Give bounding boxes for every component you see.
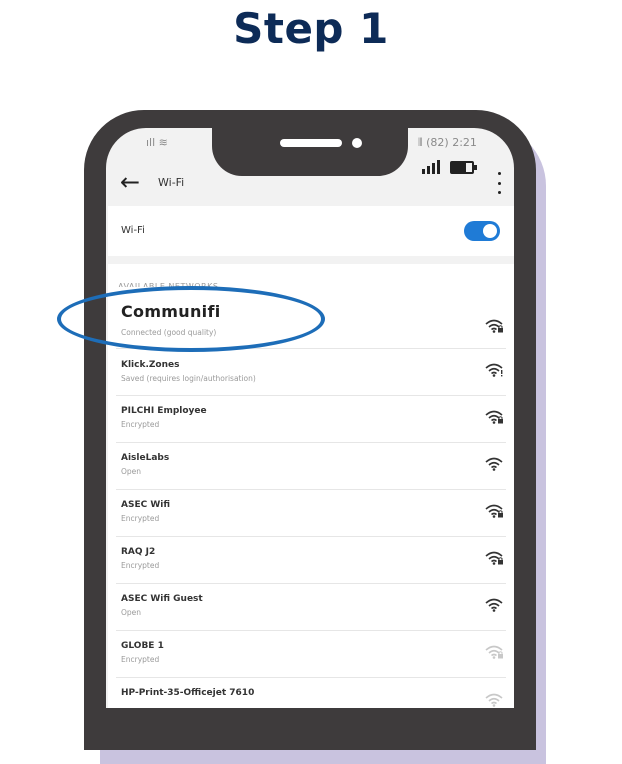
wifi-icon: [484, 597, 504, 617]
wifi-alert-icon: [484, 362, 504, 382]
status-icons: [422, 160, 477, 174]
network-name: AisleLabs: [121, 453, 170, 463]
back-arrow-icon[interactable]: ←: [120, 170, 140, 194]
network-name: HP-Print-35-Officejet 7610: [121, 688, 255, 698]
row-divider: [116, 442, 506, 443]
network-name: GLOBE 1: [121, 641, 164, 651]
wifi-locked-icon: [484, 644, 504, 664]
highlight-ellipse: [57, 286, 325, 352]
wifi-locked-icon: [484, 318, 504, 338]
network-status: Open: [121, 608, 142, 617]
network-name: PILCHI Employee: [121, 406, 207, 416]
wifi-locked-icon: [484, 550, 504, 570]
wifi-toggle-row[interactable]: Wi-Fi: [108, 206, 514, 256]
network-name: RAQ J2: [121, 547, 156, 557]
battery-icon: [450, 161, 477, 174]
row-divider: [116, 583, 506, 584]
status-bar-left: ıll ≋: [146, 136, 168, 149]
network-row[interactable]: Klick.Zones Saved (requires login/authori…: [108, 360, 508, 400]
more-options-icon[interactable]: [496, 172, 502, 194]
network-row[interactable]: PILCHI Employee Encrypted: [108, 406, 508, 446]
status-bar-right: ⫴ (82) 2:21: [418, 136, 477, 149]
row-divider: [116, 395, 506, 396]
network-row[interactable]: RAQ J2 Encrypted: [108, 547, 508, 587]
row-divider: [116, 489, 506, 490]
network-status: Encrypted: [121, 561, 160, 570]
wifi-icon: [484, 692, 504, 712]
wifi-toggle-label: Wi-Fi: [121, 225, 145, 236]
network-status: Encrypted: [121, 655, 160, 664]
network-status: Encrypted: [121, 514, 160, 523]
row-divider: [116, 677, 506, 678]
network-row[interactable]: ASEC Wifi Encrypted: [108, 500, 508, 540]
network-name: Klick.Zones: [121, 360, 180, 370]
front-camera: [352, 138, 362, 148]
wifi-locked-icon: [484, 409, 504, 429]
network-row[interactable]: GLOBE 1 Encrypted: [108, 641, 508, 681]
network-row[interactable]: HP-Print-35-Officejet 7610: [108, 688, 508, 728]
network-name: ASEC Wifi Guest: [121, 594, 203, 604]
row-divider: [116, 630, 506, 631]
wifi-icon: [484, 456, 504, 476]
network-status: Saved (requires login/authorisation): [121, 374, 256, 383]
signal-icon: [422, 160, 440, 174]
wifi-locked-icon: [484, 503, 504, 523]
network-name: ASEC Wifi: [121, 500, 171, 510]
network-status: Open: [121, 467, 142, 476]
screen-title: Wi-Fi: [158, 176, 185, 189]
wifi-toggle-switch[interactable]: [464, 221, 500, 241]
network-status: Encrypted: [121, 420, 160, 429]
row-divider: [116, 536, 506, 537]
step-title: Step 1: [233, 4, 389, 53]
speaker-grille: [280, 139, 342, 147]
network-row[interactable]: ASEC Wifi Guest Open: [108, 594, 508, 634]
network-row[interactable]: AisleLabs Open: [108, 453, 508, 493]
toggle-knob: [483, 224, 497, 238]
